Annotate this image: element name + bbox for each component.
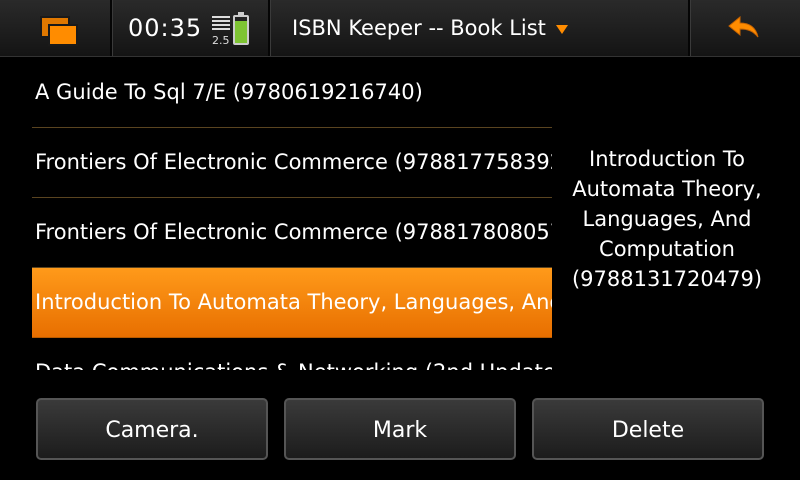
- mark-button[interactable]: Mark: [284, 398, 516, 460]
- app-title-menu[interactable]: ISBN Keeper -- Book List: [292, 16, 568, 40]
- divider: [268, 0, 271, 56]
- dropdown-arrow-icon: [555, 24, 568, 34]
- divider: [110, 0, 113, 56]
- battery-icon: [233, 12, 249, 45]
- network-label: 2.5: [212, 34, 230, 47]
- list-item[interactable]: Data Communications & Networking (2nd Up…: [32, 338, 552, 370]
- list-item[interactable]: Introduction To Automata Theory, Languag…: [32, 268, 552, 338]
- task-switcher-icon[interactable]: [32, 10, 82, 46]
- camera-button[interactable]: Camera.: [36, 398, 268, 460]
- book-list[interactable]: A Guide To Sql 7/E (9780619216740) Fronti…: [32, 58, 552, 370]
- delete-button[interactable]: Delete: [532, 398, 764, 460]
- back-arrow-icon: [728, 16, 759, 38]
- signal-icon: [212, 16, 230, 30]
- status-clock: 00:35: [128, 14, 203, 42]
- back-button[interactable]: [700, 0, 800, 56]
- title-bar: 00:35 2.5 ISBN Keeper -- Book List: [0, 0, 800, 57]
- switcher-front-window: [48, 24, 78, 46]
- app-title: ISBN Keeper -- Book List: [292, 16, 546, 40]
- divider: [688, 0, 691, 56]
- list-item[interactable]: Frontiers Of Electronic Commerce (978817…: [32, 198, 552, 268]
- book-detail: Introduction To Automata Theory, Languag…: [571, 147, 763, 291]
- list-item[interactable]: Frontiers Of Electronic Commerce (978817…: [32, 128, 552, 198]
- list-item[interactable]: A Guide To Sql 7/E (9780619216740): [32, 58, 552, 128]
